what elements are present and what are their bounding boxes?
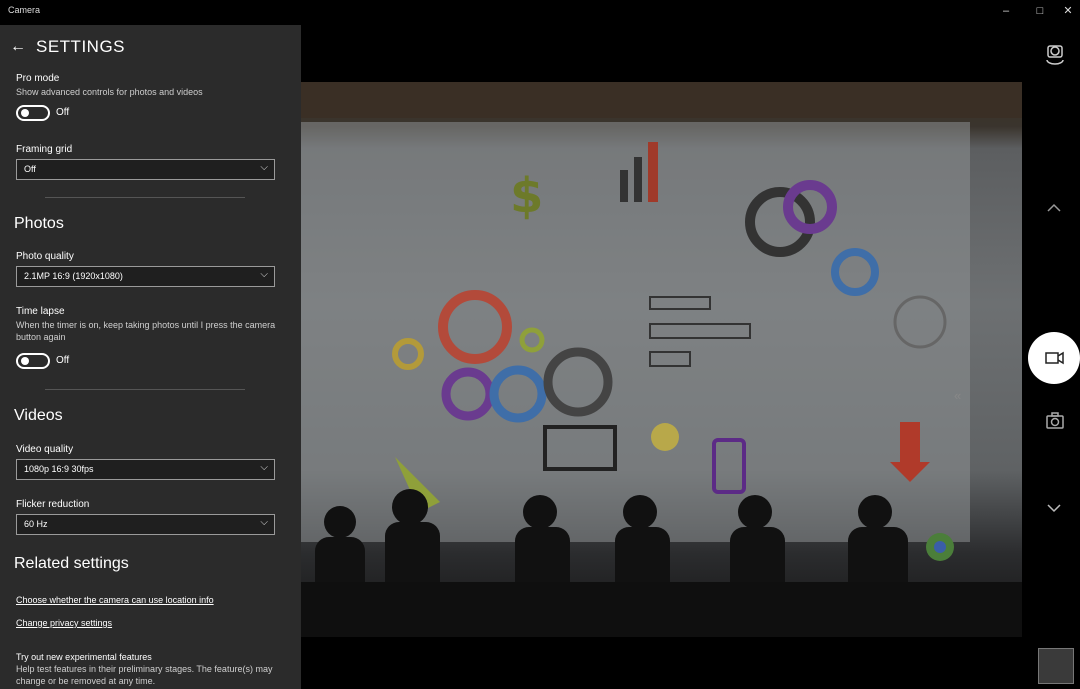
location-info-link[interactable]: Choose whether the camera can use locati…: [16, 595, 214, 605]
photo-quality-select[interactable]: 2.1MP 16:9 (1920x1080) ⌵: [16, 266, 275, 287]
framing-grid-select[interactable]: Off ⌵: [16, 159, 275, 180]
photo-quality-value: 2.1MP 16:9 (1920x1080): [24, 271, 123, 281]
video-quality-select[interactable]: 1080p 16:9 30fps ⌵: [16, 459, 275, 480]
divider: [45, 389, 245, 390]
pro-mode-toggle[interactable]: [16, 105, 50, 121]
videos-heading: Videos: [14, 407, 63, 424]
flicker-reduction-select[interactable]: 60 Hz ⌵: [16, 514, 275, 535]
time-lapse-description: When the timer is on, keep taking photos…: [16, 320, 276, 342]
photos-heading: Photos: [14, 215, 64, 232]
chevron-left-icon[interactable]: «: [954, 388, 961, 403]
divider: [45, 197, 245, 198]
pro-mode-label: Pro mode: [16, 73, 60, 84]
settings-header: ← SETTINGS: [10, 35, 125, 59]
pro-mode-description: Show advanced controls for photos and vi…: [16, 87, 203, 97]
chevron-down-icon: ⌵: [260, 517, 268, 528]
time-lapse-label: Time lapse: [16, 306, 65, 317]
flicker-reduction-value: 60 Hz: [24, 519, 48, 529]
chevron-up-icon[interactable]: [1044, 198, 1064, 218]
chevron-down-icon[interactable]: [1044, 498, 1064, 518]
privacy-settings-link[interactable]: Change privacy settings: [16, 618, 112, 628]
close-button[interactable]: ✕: [1058, 3, 1078, 19]
title-bar: Camera – □ ✕: [0, 0, 1080, 22]
video-quality-value: 1080p 16:9 30fps: [24, 464, 94, 474]
photo-camera-icon[interactable]: [1044, 410, 1066, 432]
chevron-down-icon: ⌵: [260, 269, 268, 280]
time-lapse-state: Off: [56, 355, 70, 366]
settings-panel: ← SETTINGS Pro mode Show advanced contro…: [0, 25, 301, 689]
toggle-knob: [21, 357, 29, 365]
framing-grid-label: Framing grid: [16, 144, 73, 155]
chevron-down-icon: ⌵: [260, 462, 268, 473]
video-quality-label: Video quality: [16, 444, 74, 455]
video-mode-button[interactable]: [1028, 332, 1080, 384]
framing-grid-value: Off: [24, 164, 36, 174]
related-settings-heading: Related settings: [14, 555, 129, 572]
maximize-button[interactable]: □: [1030, 3, 1050, 19]
settings-title: SETTINGS: [36, 37, 126, 56]
app-title: Camera: [8, 5, 41, 15]
pro-mode-state: Off: [56, 107, 70, 118]
switch-camera-icon[interactable]: [1043, 42, 1067, 66]
preview-scene: $: [300, 82, 1022, 637]
experimental-description: Help test features in their preliminary …: [16, 664, 273, 686]
time-lapse-toggle[interactable]: [16, 353, 50, 369]
back-arrow-icon[interactable]: ←: [10, 38, 30, 56]
toggle-knob: [21, 109, 29, 117]
flicker-reduction-label: Flicker reduction: [16, 499, 90, 510]
chevron-down-icon: ⌵: [260, 162, 268, 173]
camera-preview: $: [300, 82, 1022, 637]
minimize-button[interactable]: –: [996, 3, 1016, 19]
svg-text:$: $: [510, 168, 543, 224]
video-camera-icon: [1045, 351, 1064, 365]
photo-quality-label: Photo quality: [16, 251, 74, 262]
experimental-title: Try out new experimental features: [16, 652, 152, 662]
last-capture-thumbnail[interactable]: [1038, 648, 1074, 684]
